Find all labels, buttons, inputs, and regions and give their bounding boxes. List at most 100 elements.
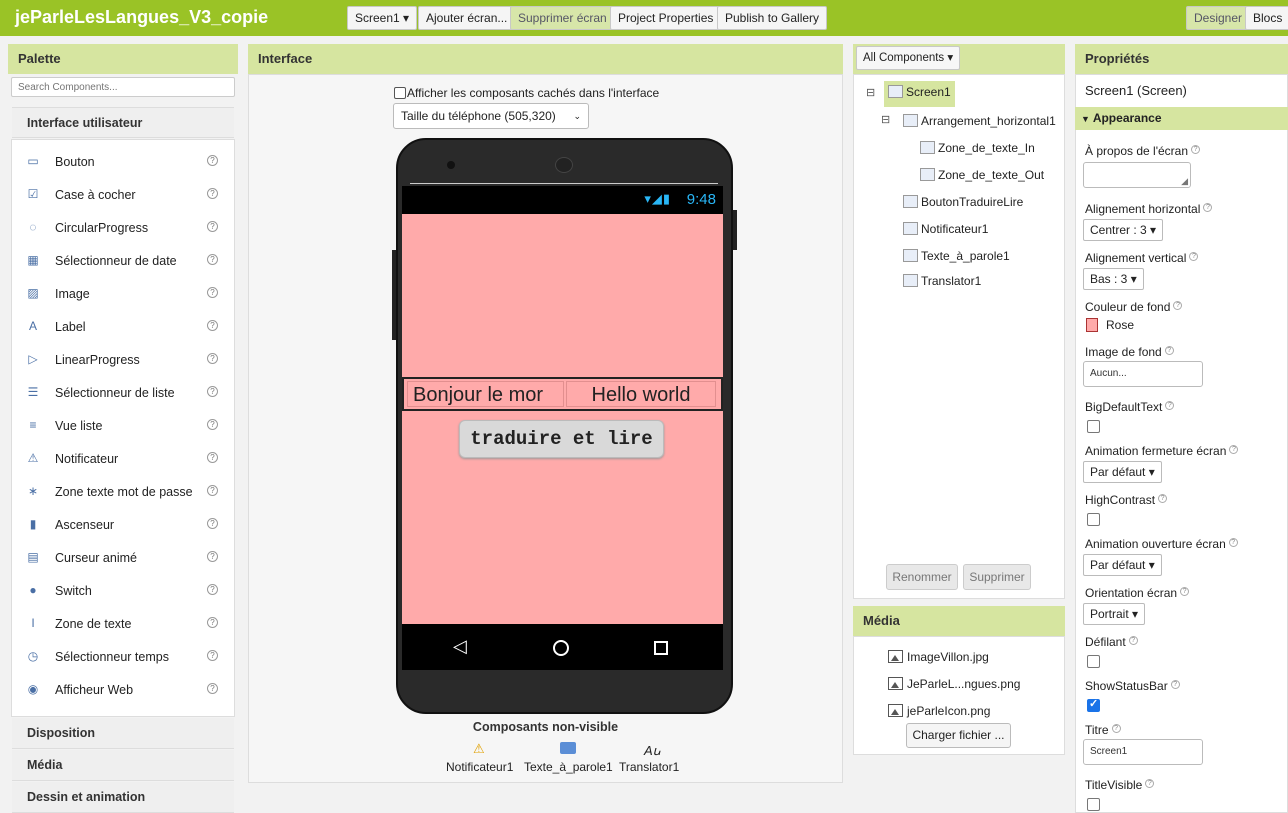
palette-item[interactable]: ≡ Vue liste? [12,407,234,440]
palette-item[interactable]: ▭ Bouton? [12,143,234,176]
bg-color-value[interactable]: Rose [1106,318,1134,332]
category-user-interface[interactable]: Interface utilisateur [12,107,234,138]
align-h-select[interactable]: Centrer : 3 ▾ [1083,219,1164,241]
help-icon[interactable]: ? [207,452,218,463]
textbox-out[interactable]: Hello world [566,381,716,407]
blocks-button[interactable]: Blocs [1245,6,1288,30]
screen-select[interactable]: Screen1 ▾ [347,6,418,30]
palette-item[interactable]: ☑ Case à cocher? [12,176,234,209]
tree-item[interactable]: Arrangement_horizontal1 [903,114,1056,128]
translate-read-button[interactable]: traduire et lire [459,420,664,458]
tree-item[interactable]: BoutonTraduireLire [903,195,1023,209]
help-icon[interactable]: ? [207,584,218,595]
help-icon[interactable]: ? [207,386,218,397]
palette-item[interactable]: ▤ Curseur animé? [12,539,234,572]
help-icon[interactable]: ? [207,353,218,364]
collapse-toggle-icon[interactable]: ⊟ [866,86,875,99]
help-icon[interactable]: ? [207,485,218,496]
speaker-grille-icon [555,157,573,173]
high-contrast-label: HighContrast? [1085,493,1168,507]
help-icon[interactable]: ? [207,254,218,265]
palette-item-label: Sélectionneur de liste [55,386,175,400]
palette-item[interactable]: ∗ Zone texte mot de passe? [12,473,234,506]
media-file[interactable]: jeParleIcon.png [888,704,990,718]
date-picker-icon: ▦ [27,253,39,267]
bg-image-label: Image de fond? [1085,345,1174,359]
palette-item[interactable]: ⚠ Notificateur? [12,440,234,473]
palette-item[interactable]: I Zone de texte? [12,605,234,638]
scrollable-checkbox[interactable] [1087,655,1100,668]
palette-item-label: Vue liste [55,419,103,433]
category-media[interactable]: Média [12,750,234,781]
palette-search-input[interactable] [11,77,235,97]
palette-item[interactable]: ◌ CircularProgress? [12,209,234,242]
media-file[interactable]: ImageVillon.jpg [888,650,989,664]
close-anim-select[interactable]: Par défaut ▾ [1083,461,1162,483]
back-icon[interactable]: ◁ [453,636,467,657]
palette-item[interactable]: ▷ LinearProgress? [12,341,234,374]
palette-item-label: Notificateur [55,452,119,466]
orientation-select[interactable]: Portrait ▾ [1083,603,1146,625]
tree-item[interactable]: Zone_de_texte_Out [920,168,1044,182]
recents-icon[interactable] [654,641,668,655]
palette-item[interactable]: ◷ Sélectionneur temps? [12,638,234,671]
help-icon[interactable]: ? [207,650,218,661]
tree-item[interactable]: Zone_de_texte_In [920,141,1035,155]
help-icon[interactable]: ? [207,320,218,331]
palette-item[interactable]: ● Switch? [12,572,234,605]
help-icon[interactable]: ? [207,419,218,430]
publish-gallery-button[interactable]: Publish to Gallery [717,6,828,30]
tree-item[interactable]: Notificateur1 [903,222,988,236]
tree-item[interactable]: Screen1 [884,81,955,107]
title-visible-checkbox[interactable] [1087,798,1100,811]
add-screen-button[interactable]: Ajouter écran... [418,6,516,30]
help-icon[interactable]: ? [207,551,218,562]
help-icon[interactable]: ? [207,518,218,529]
tree-item[interactable]: Translator1 [903,274,981,288]
status-bar-checkbox[interactable] [1087,697,1100,712]
designer-button[interactable]: Designer [1186,6,1251,30]
category-drawing-animation[interactable]: Dessin et animation [12,782,234,813]
palette-item-label: Switch [55,584,92,598]
help-icon[interactable]: ? [207,155,218,166]
image-file-icon [888,704,903,717]
palette-item[interactable]: ▨ Image? [12,275,234,308]
palette-item[interactable]: ◉ Afficheur Web? [12,671,234,704]
upload-file-button[interactable]: Charger fichier ... [906,723,1011,748]
phone-size-select[interactable]: Taille du téléphone (505,320) ⌄ [393,103,589,129]
show-hidden-checkbox[interactable] [394,87,406,99]
big-text-checkbox[interactable] [1087,420,1100,433]
about-textarea[interactable]: ◢ [1083,162,1191,188]
delete-button[interactable]: Supprimer [963,564,1031,590]
phone-screen[interactable] [402,214,723,624]
help-icon[interactable]: ? [207,683,218,694]
title-field[interactable]: Screen1 [1083,739,1203,765]
open-anim-select[interactable]: Par défaut ▾ [1083,554,1162,576]
components-filter-select[interactable]: All Components ▾ [856,46,961,70]
color-swatch[interactable] [1086,318,1098,332]
remove-screen-button[interactable]: Supprimer écran [510,6,615,30]
collapse-toggle-icon[interactable]: ⊟ [881,113,890,126]
media-file[interactable]: JeParleL...ngues.png [888,677,1020,691]
align-v-label: Alignement vertical? [1085,251,1199,265]
textbox-in[interactable]: Bonjour le mor [407,381,564,407]
palette-item[interactable]: ☰ Sélectionneur de liste? [12,374,234,407]
help-icon[interactable]: ? [207,287,218,298]
palette-item[interactable]: ▦ Sélectionneur de date? [12,242,234,275]
palette-item[interactable]: ▮ Ascenseur? [12,506,234,539]
status-time: 9:48 [686,191,716,208]
tree-item[interactable]: Texte_à_parole1 [903,249,1010,263]
align-v-select[interactable]: Bas : 3 ▾ [1083,268,1144,290]
rename-button[interactable]: Renommer [886,564,958,590]
help-icon[interactable]: ? [207,188,218,199]
category-layout[interactable]: Disposition [12,718,234,749]
help-icon[interactable]: ? [207,617,218,628]
resize-handle-icon[interactable]: ◢ [1181,176,1188,187]
bg-image-field[interactable]: Aucun... [1083,361,1203,387]
help-icon[interactable]: ? [207,221,218,232]
project-properties-button[interactable]: Project Properties [610,6,722,30]
palette-item[interactable]: A Label? [12,308,234,341]
high-contrast-checkbox[interactable] [1087,513,1100,526]
home-icon[interactable] [553,640,569,656]
appearance-group[interactable]: ▼ Appearance [1075,107,1288,130]
